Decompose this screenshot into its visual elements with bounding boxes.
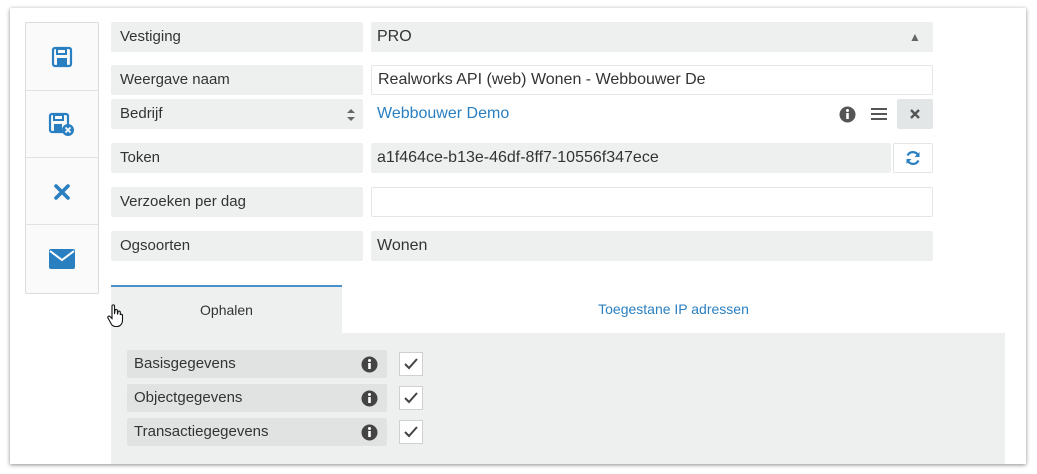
cancel-button[interactable]: [26, 157, 98, 225]
check-row-transactiegegevens: Transactiegegevens: [127, 418, 427, 446]
check-label: Basisgegevens: [127, 350, 387, 378]
vestiging-value: PRO: [377, 28, 412, 45]
info-icon[interactable]: [361, 390, 378, 407]
objectgegevens-checkbox[interactable]: [399, 386, 423, 410]
mail-button[interactable]: [26, 224, 98, 292]
tab-ophalen[interactable]: Ophalen: [111, 285, 342, 333]
check-row-basisgegevens: Basisgegevens: [127, 350, 427, 378]
check-icon: [404, 392, 418, 404]
token-row: Token a1f464ce-b13e-46df-8ff7-10556f347e…: [111, 143, 933, 173]
list-button[interactable]: [861, 99, 897, 129]
sort-icon[interactable]: [341, 99, 361, 129]
action-toolbar: [25, 22, 99, 294]
info-icon: [839, 106, 855, 122]
select-arrows-icon[interactable]: ▲: [903, 22, 927, 52]
tab-bar: Ophalen Toegestane IP adressen: [111, 285, 1005, 333]
verzoeken-label: Verzoeken per dag: [111, 187, 363, 217]
check-label: Objectgegevens: [127, 384, 387, 412]
close-icon: [54, 183, 70, 200]
vestiging-label: Vestiging: [111, 22, 363, 52]
refresh-token-button[interactable]: [893, 143, 933, 173]
token-label: Token: [111, 143, 363, 173]
token-value: a1f464ce-b13e-46df-8ff7-10556f347ece: [371, 143, 891, 173]
bedrijf-row: Bedrijf Webbouwer Demo: [111, 99, 933, 129]
refresh-icon: [906, 151, 920, 165]
basisgegevens-checkbox[interactable]: [399, 352, 423, 376]
verzoeken-input[interactable]: [371, 187, 933, 217]
vestiging-row: Vestiging PRO ▲: [111, 22, 933, 52]
info-icon[interactable]: [361, 356, 378, 373]
clear-bedrijf-button[interactable]: [897, 99, 933, 129]
mail-icon: [49, 248, 75, 269]
transactiegegevens-checkbox[interactable]: [399, 420, 423, 444]
ophalen-panel: Basisgegevens Objectgegevens Transactieg…: [111, 333, 1005, 464]
check-icon: [404, 426, 418, 438]
ogsoorten-row: Ogsoorten Wonen: [111, 231, 933, 261]
vestiging-select[interactable]: PRO: [371, 22, 933, 52]
tab-toegestane-ip[interactable]: Toegestane IP adressen: [342, 285, 1005, 333]
check-label: Transactiegegevens: [127, 418, 387, 446]
info-button[interactable]: [829, 99, 865, 129]
ogsoorten-label: Ogsoorten: [111, 231, 363, 261]
save-close-icon: [48, 112, 74, 136]
app-window: Vestiging PRO ▲ Weergave naam Realworks …: [10, 8, 1026, 464]
close-icon: [910, 109, 920, 119]
bedrijf-link[interactable]: Webbouwer Demo: [371, 99, 831, 129]
check-icon: [404, 358, 418, 370]
weergave-naam-label: Weergave naam: [111, 65, 363, 95]
info-icon[interactable]: [361, 424, 378, 441]
weergave-naam-input[interactable]: Realworks API (web) Wonen - Webbouwer De: [371, 65, 933, 95]
bedrijf-label: Bedrijf: [111, 99, 363, 129]
save-and-close-button[interactable]: [26, 90, 98, 158]
bedrijf-value[interactable]: Webbouwer Demo: [377, 105, 509, 122]
menu-icon: [871, 108, 887, 120]
save-button[interactable]: [26, 23, 98, 90]
hand-cursor-icon: [107, 304, 124, 328]
save-icon: [51, 46, 73, 67]
weergave-naam-row: Weergave naam Realworks API (web) Wonen …: [111, 65, 933, 95]
check-row-objectgegevens: Objectgegevens: [127, 384, 427, 412]
verzoeken-row: Verzoeken per dag: [111, 187, 933, 217]
ogsoorten-value: Wonen: [371, 231, 933, 261]
